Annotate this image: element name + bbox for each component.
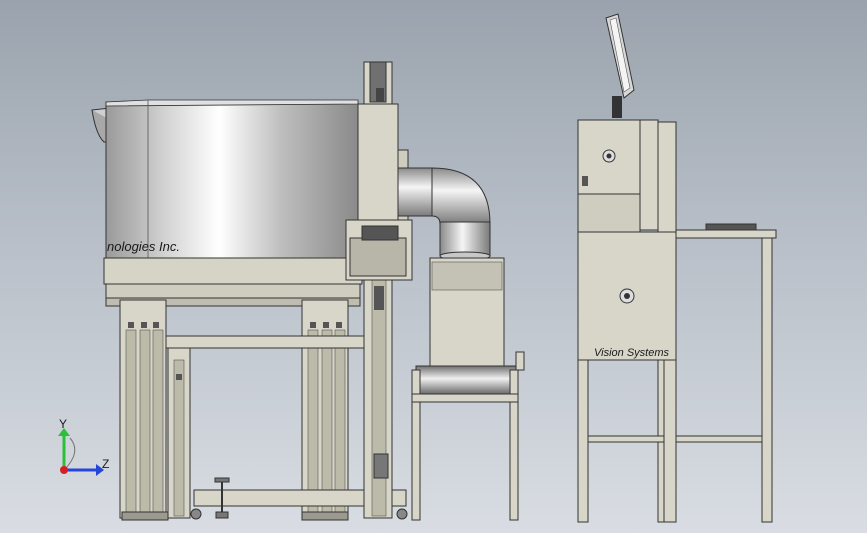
collection-bin[interactable]: [411, 257, 525, 521]
cabinet-brand-label: Vision Systems: [594, 347, 669, 359]
cad-model-canvas[interactable]: nologies Inc. Vision Systems Y Z: [0, 0, 867, 533]
x-axis-icon: [60, 466, 68, 474]
feeder-bowl[interactable]: nologies Inc.: [91, 99, 359, 259]
vision-system-cabinet[interactable]: Vision Systems: [577, 13, 777, 523]
bowl-brand-label: nologies Inc.: [107, 239, 180, 254]
z-axis-label: Z: [102, 457, 109, 471]
vertical-post[interactable]: [357, 61, 409, 519]
feeder-table-frame[interactable]: [103, 257, 367, 521]
hopper-housing[interactable]: [345, 219, 413, 281]
y-axis-label: Y: [59, 417, 67, 431]
axis-triad: Y Z: [58, 417, 109, 476]
cad-viewport[interactable]: nologies Inc. Vision Systems Y Z: [0, 0, 867, 533]
